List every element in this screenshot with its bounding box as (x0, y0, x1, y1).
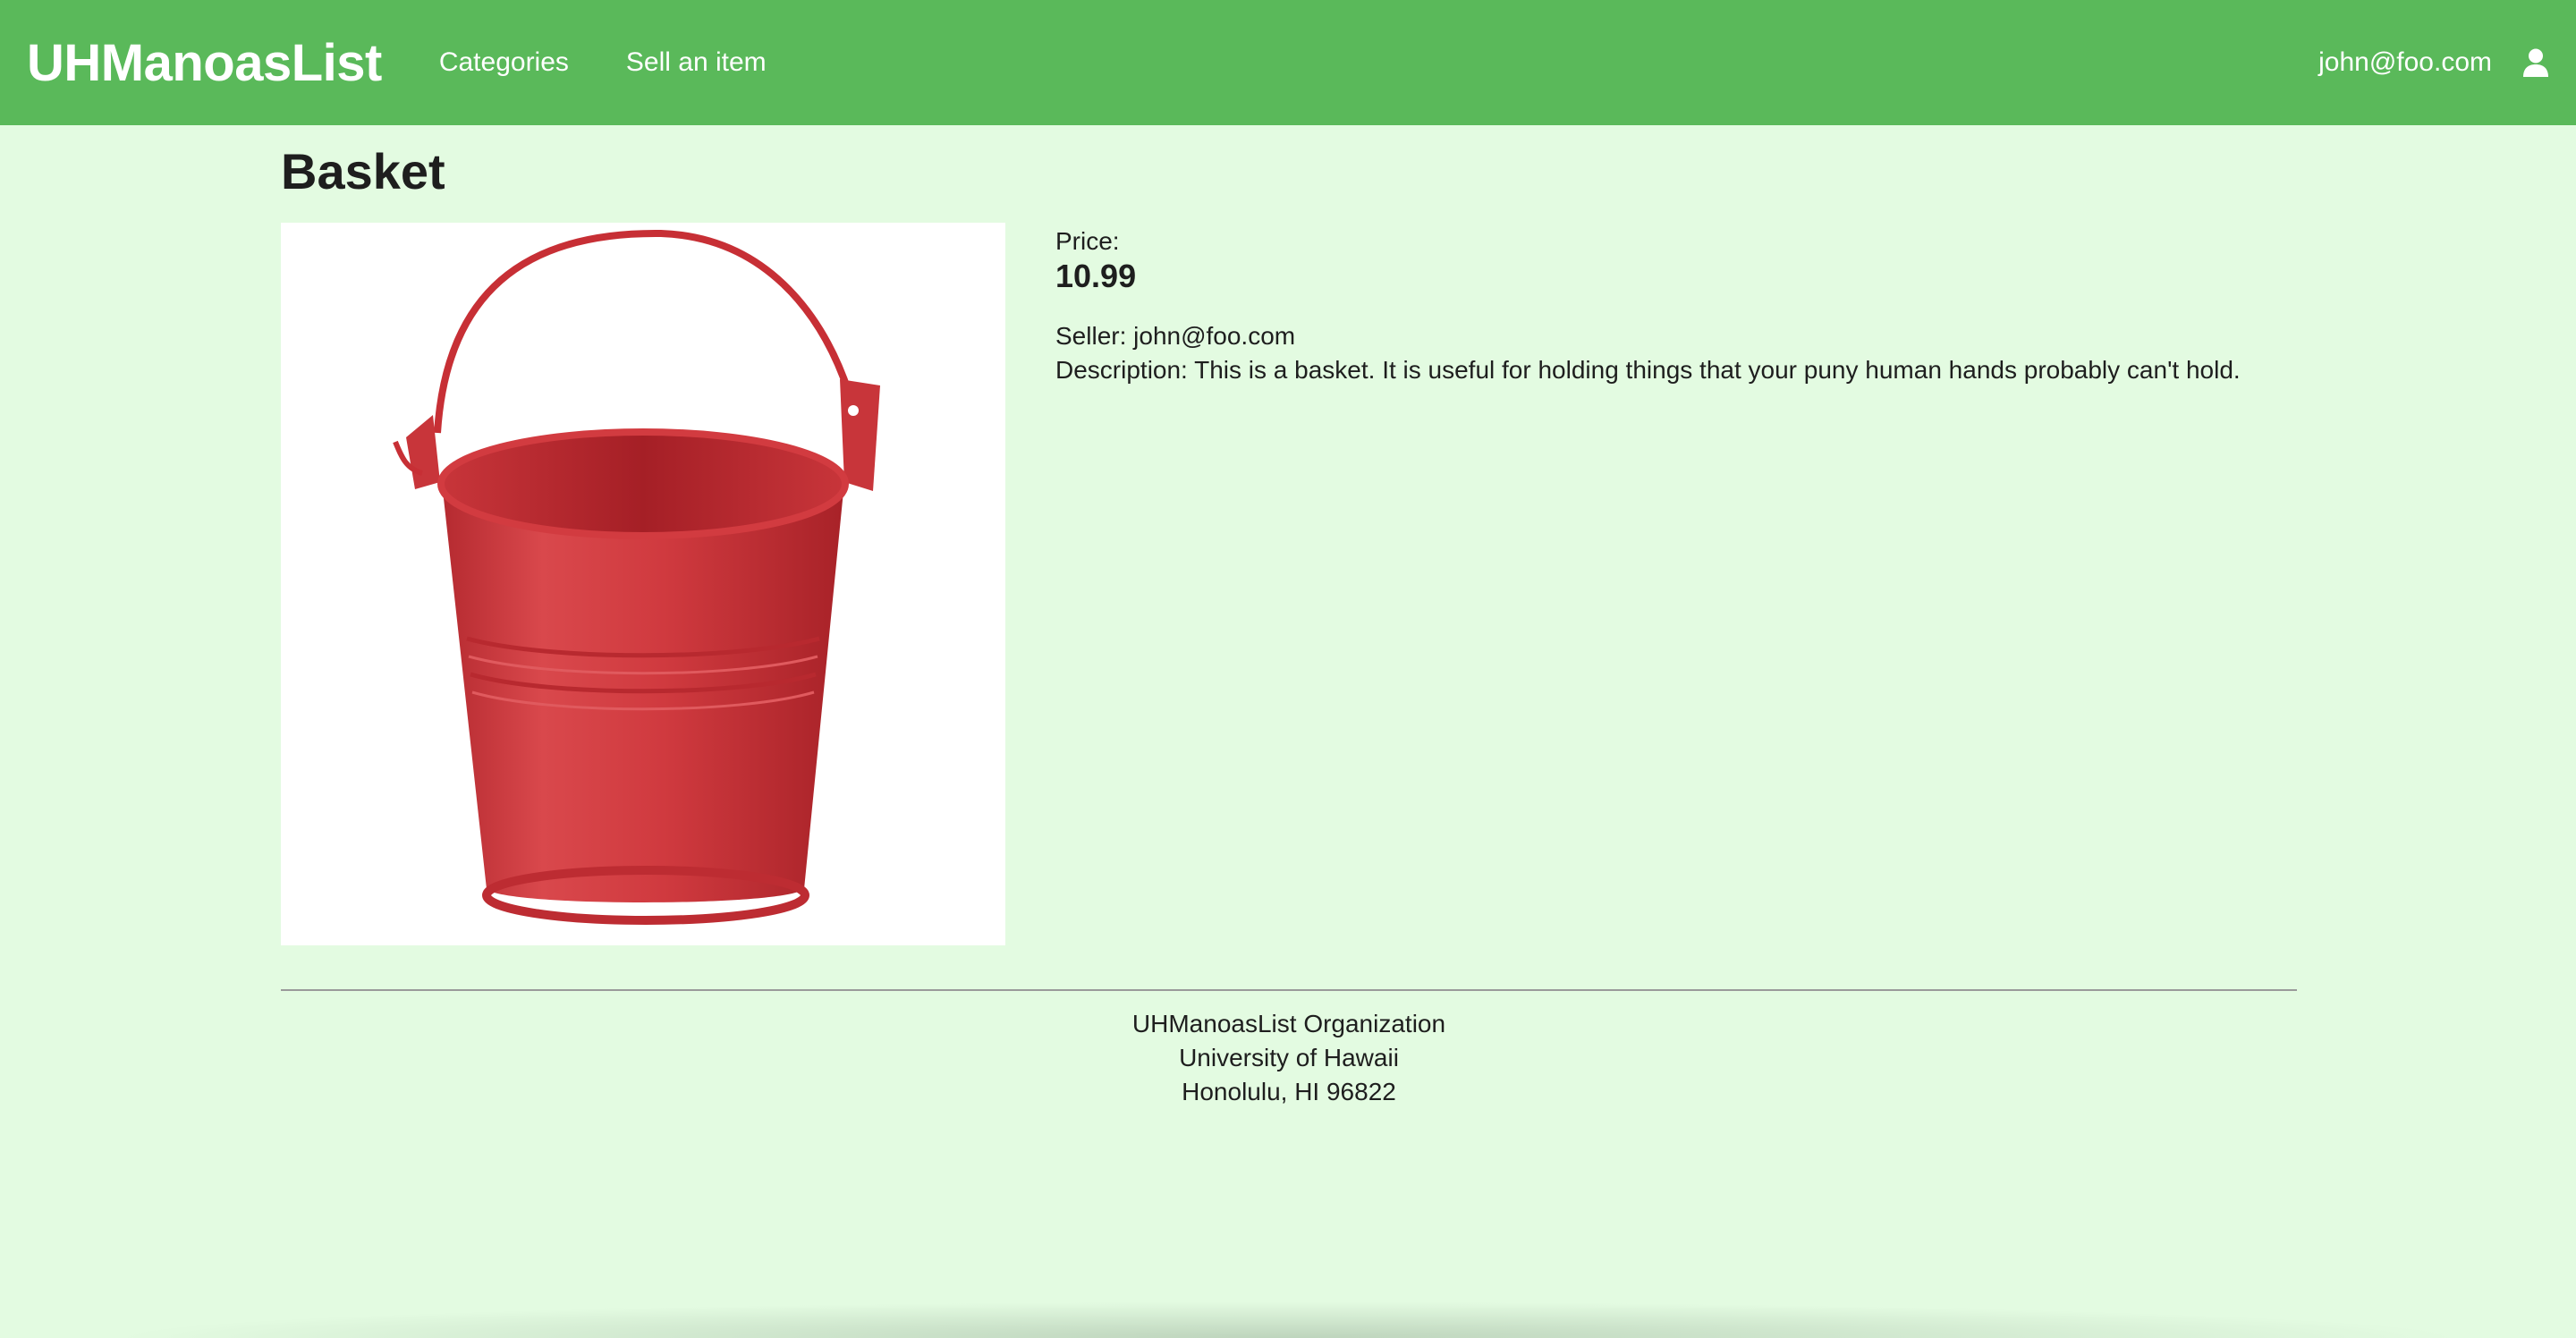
item-page: Basket Price: 10.99 Seller: john@foo.com… (281, 125, 2297, 946)
footer-university: University of Hawaii (1179, 1044, 1399, 1071)
footer-address: Honolulu, HI 96822 (1182, 1078, 1396, 1105)
item-image (281, 223, 1005, 946)
bottom-shadow (107, 1301, 2469, 1338)
item-detail-row: Price: 10.99 Seller: john@foo.com Descri… (281, 223, 2297, 946)
item-title: Basket (281, 143, 445, 199)
footer-organization: UHManoasList Organization (1131, 1010, 1446, 1037)
price-label: Price: (1055, 227, 1120, 256)
brand-logo-link[interactable]: UHManoasList (27, 33, 382, 93)
nav-sell-item-link[interactable]: Sell an item (626, 47, 767, 78)
user-email-link[interactable]: john@foo.com (2318, 47, 2492, 78)
nav-categories-link[interactable]: Categories (439, 47, 569, 78)
item-description: Description: This is a basket. It is use… (1055, 356, 2241, 385)
top-navbar: UHManoasList Categories Sell an item joh… (0, 0, 2576, 125)
page-footer: UHManoasList Organization University of … (281, 989, 2297, 1109)
price-value: 10.99 (1055, 258, 1137, 295)
seller-info: Seller: john@foo.com (1055, 322, 1296, 351)
item-details: Price: 10.99 Seller: john@foo.com Descri… (1055, 223, 2241, 945)
user-icon[interactable] (2522, 48, 2549, 77)
user-menu[interactable]: john@foo.com (2318, 47, 2549, 78)
